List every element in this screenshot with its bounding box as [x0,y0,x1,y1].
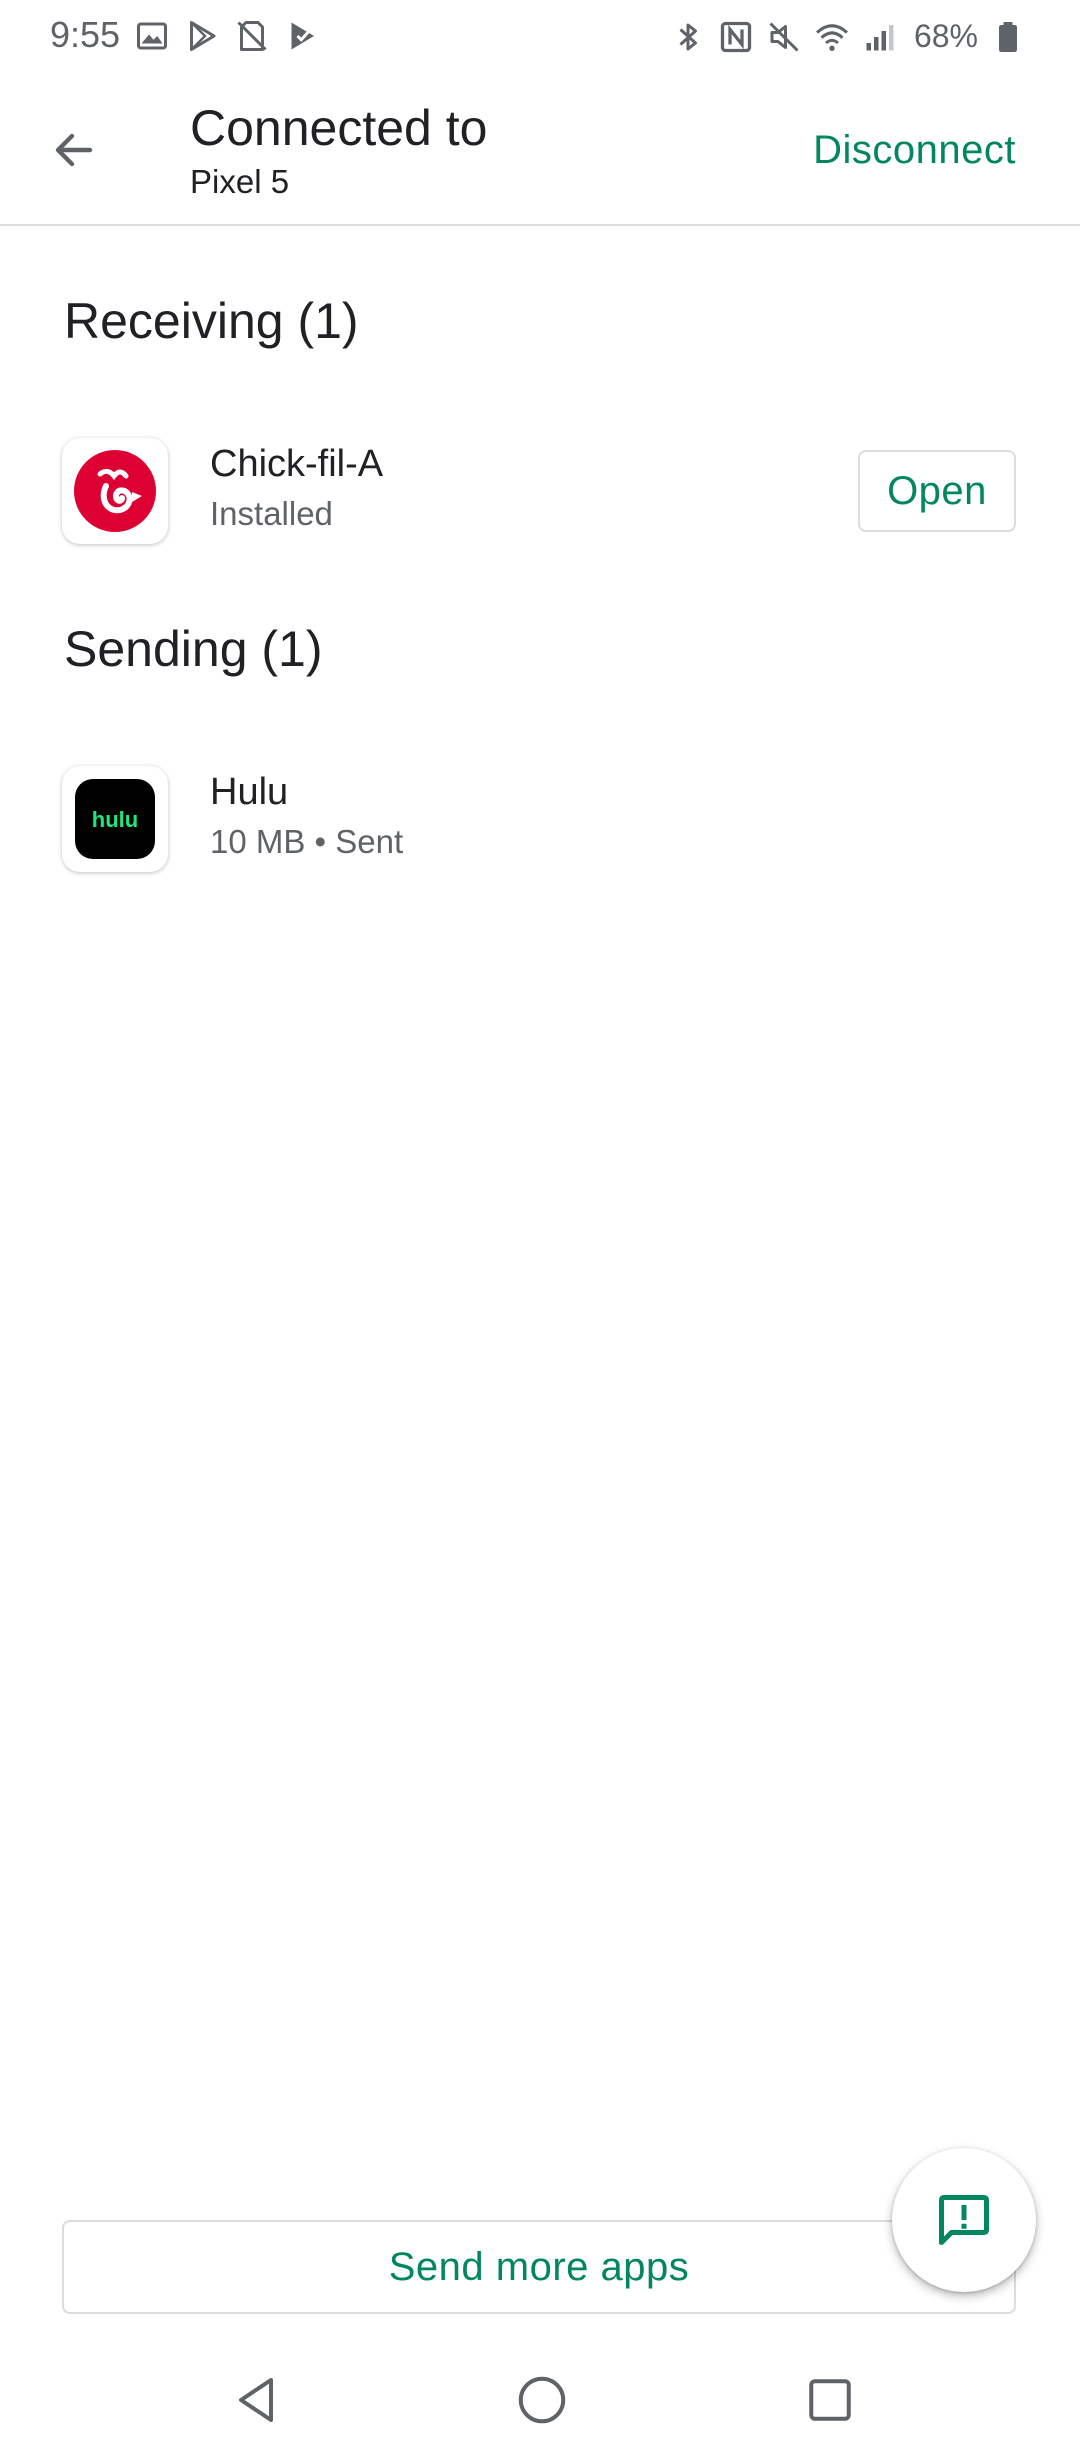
play-store-icon [184,18,220,54]
nfc-icon [718,19,754,55]
back-button[interactable] [40,116,108,184]
sending-heading: Sending (1) [64,621,323,677]
bluetooth-icon [670,19,706,55]
navigation-bar [0,2340,1080,2460]
nav-home-button[interactable] [510,2368,574,2432]
status-system-icons: 68% [670,18,1026,55]
square-recents-icon [809,2379,851,2421]
signal-icon [862,19,898,55]
circle-home-icon [518,2376,566,2424]
app-bar: Connected to Pixel 5 Disconnect [0,76,1080,226]
hulu-icon: hulu [62,766,168,872]
app-status: 10 MB • Sent [210,823,404,860]
page-title: Connected to [190,100,488,156]
feedback-icon [939,2195,989,2245]
app-status: Installed [210,495,333,532]
feedback-button[interactable] [892,2148,1036,2292]
list-item: hulu Hulu 10 MB • Sent [0,764,1080,874]
chick-fil-a-icon [62,438,168,544]
open-button[interactable]: Open [858,450,1016,532]
list-item: Chick-fil-A Installed Open [0,436,1080,546]
sim-off-icon [234,18,270,54]
disconnect-button[interactable]: Disconnect [813,120,1016,180]
app-name: Chick-fil-A [210,443,384,485]
wifi-icon [814,19,850,55]
nav-back-button[interactable] [224,2368,288,2432]
play-store-check-icon [284,18,320,54]
arrow-back-icon [55,133,93,167]
send-more-apps-button[interactable]: Send more apps [62,2220,1016,2314]
status-time: 9:55 [50,14,121,55]
app-name: Hulu [210,771,289,813]
battery-percent: 68% [913,18,978,54]
battery-icon [990,19,1026,55]
triangle-back-icon [239,2378,273,2422]
hulu-logo-text: hulu [92,807,138,832]
nav-recents-button[interactable] [798,2368,862,2432]
status-notification-icons [134,18,320,54]
mute-icon [766,19,802,55]
title-block: Connected to Pixel 5 [190,96,487,204]
receiving-heading: Receiving (1) [64,293,359,349]
connected-device-name: Pixel 5 [190,163,290,200]
status-bar: 9:55 68% [0,0,1080,76]
gallery-icon [134,18,170,54]
